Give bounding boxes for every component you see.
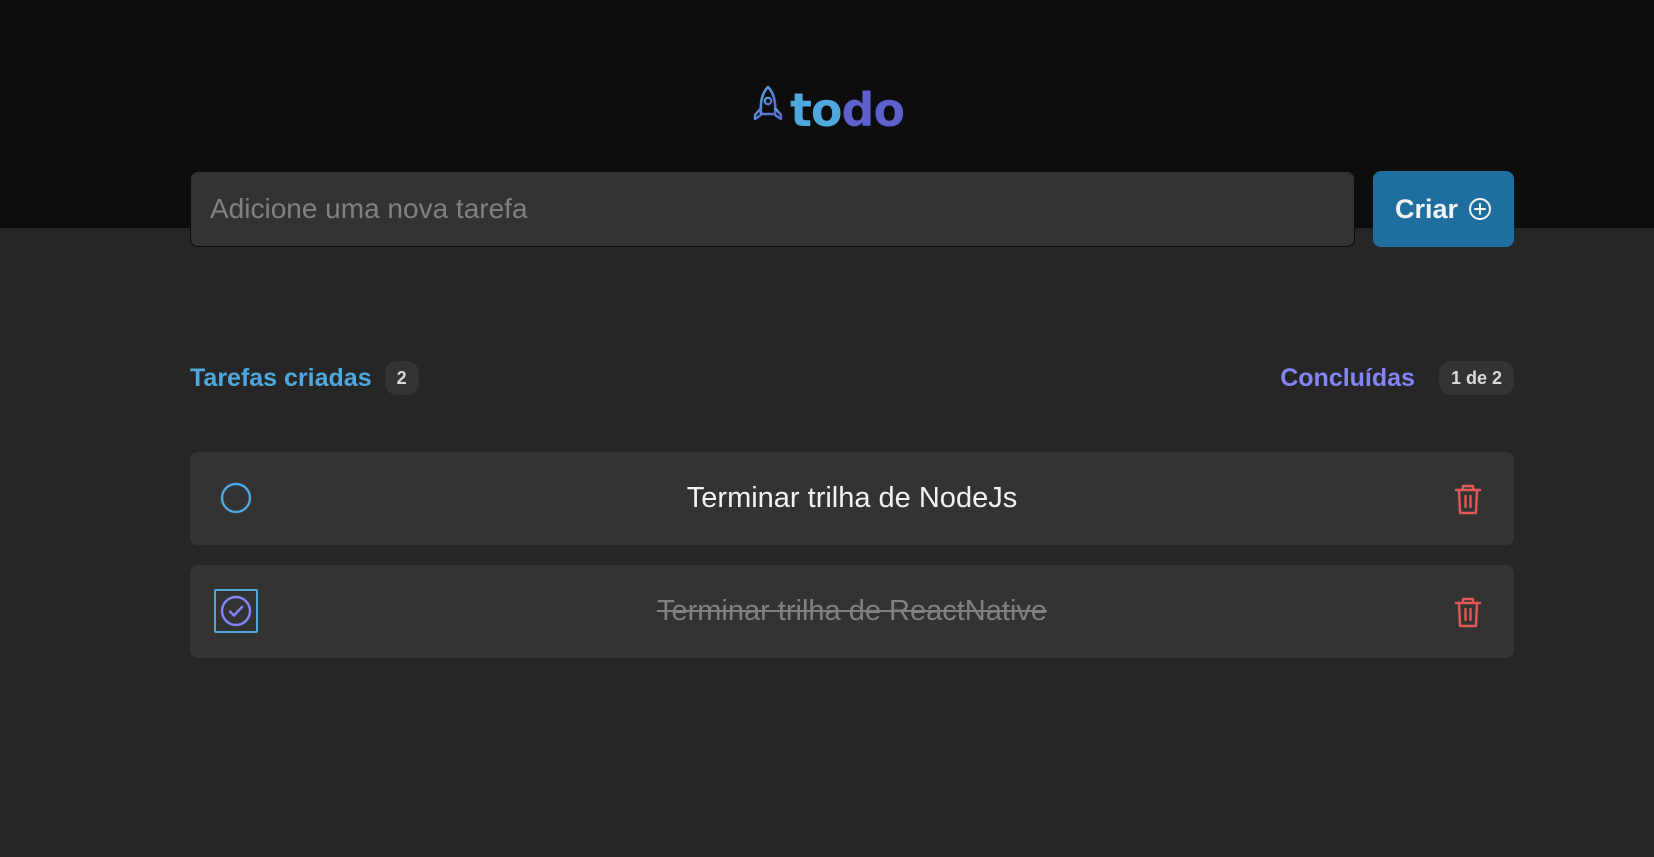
plus-circle-icon [1468,197,1492,221]
create-button-label: Criar [1394,193,1459,224]
task-item: Terminar trilha de NodeJs [190,452,1514,545]
rocket-icon [750,84,786,136]
task-item: Terminar trilha de ReactNative [190,565,1514,658]
new-task-form: Criar [190,171,1514,247]
new-task-input[interactable] [190,171,1355,247]
created-tasks-summary: Tarefas criadas 2 [190,360,419,396]
app-logo: todo [0,82,1654,138]
logo-text: todo [789,82,906,138]
task-checkbox[interactable] [214,476,258,520]
completed-tasks-label: Concluídas [1280,363,1415,392]
logo-text-to: to [789,83,843,137]
unchecked-circle-icon [220,482,252,514]
created-tasks-label: Tarefas criadas [190,363,372,392]
task-text: Terminar trilha de NodeJs [686,482,1018,514]
trash-icon [1454,484,1482,515]
create-task-button[interactable]: Criar [1373,171,1514,247]
completed-tasks-count: 1 de 2 [1438,361,1514,395]
logo-text-do: do [841,83,906,137]
checked-circle-icon [220,595,252,627]
tasks-summary: Tarefas criadas 2 Concluídas 1 de 2 [190,360,1514,396]
completed-tasks-summary: Concluídas 1 de 2 [1280,360,1514,396]
trash-icon [1454,597,1482,628]
task-list: Terminar trilha de NodeJs Terminar trilh… [190,452,1514,678]
delete-task-button[interactable] [1452,482,1484,516]
delete-task-button[interactable] [1452,595,1484,629]
task-checkbox[interactable] [214,589,258,633]
created-tasks-count: 2 [384,361,419,395]
task-text: Terminar trilha de ReactNative [656,595,1048,627]
